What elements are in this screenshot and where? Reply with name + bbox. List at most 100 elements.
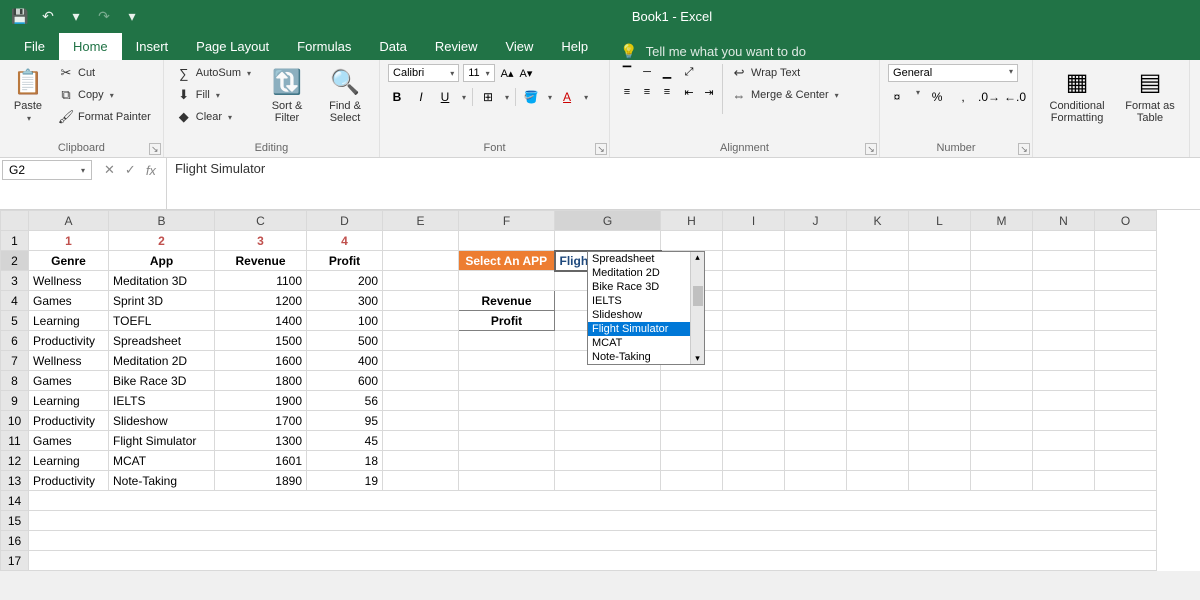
row-header[interactable]: 2 — [1, 251, 29, 271]
increase-indent-icon[interactable]: ⇥ — [700, 84, 718, 100]
cell[interactable]: MCAT — [109, 451, 215, 471]
cell[interactable] — [459, 351, 555, 371]
cell[interactable] — [661, 231, 723, 251]
cell[interactable] — [971, 251, 1033, 271]
row-header[interactable]: 4 — [1, 291, 29, 311]
wrap-text-button[interactable]: ↩Wrap Text — [727, 64, 843, 82]
orientation-icon[interactable]: ⤢ — [680, 64, 698, 80]
confirm-icon[interactable]: ✓ — [125, 162, 136, 178]
cell[interactable] — [785, 271, 847, 291]
col-header[interactable]: D — [307, 211, 383, 231]
tab-data[interactable]: Data — [365, 33, 420, 60]
col-header[interactable]: F — [459, 211, 555, 231]
font-size-select[interactable]: 11▾ — [463, 64, 494, 82]
data-validation-list[interactable]: ▴▾ SpreadsheetMeditation 2DBike Race 3DI… — [587, 251, 705, 365]
scroll-thumb[interactable] — [693, 286, 703, 306]
cell[interactable] — [1095, 471, 1157, 491]
cell[interactable] — [555, 391, 661, 411]
cell[interactable] — [723, 351, 785, 371]
cell[interactable] — [723, 251, 785, 271]
cell[interactable] — [1095, 371, 1157, 391]
cell[interactable] — [785, 231, 847, 251]
cell[interactable]: Meditation 2D — [109, 351, 215, 371]
col-header[interactable]: L — [909, 211, 971, 231]
col-header[interactable]: E — [383, 211, 459, 231]
col-header[interactable]: J — [785, 211, 847, 231]
cell[interactable] — [723, 471, 785, 491]
cell[interactable]: Revenue — [215, 251, 307, 271]
cell[interactable]: 18 — [307, 451, 383, 471]
cancel-icon[interactable]: ✕ — [104, 162, 115, 178]
undo-icon[interactable]: ↶ — [38, 6, 58, 26]
cell[interactable] — [971, 351, 1033, 371]
cell[interactable]: 56 — [307, 391, 383, 411]
dialog-launcher-icon[interactable]: ↘ — [865, 143, 877, 155]
align-top-icon[interactable]: ▔ — [618, 64, 636, 80]
cell[interactable]: 100 — [307, 311, 383, 331]
cell[interactable] — [909, 351, 971, 371]
formula-input[interactable]: Flight Simulator — [166, 158, 1200, 209]
cell-lookup-profit[interactable]: Profit — [459, 311, 555, 331]
cell[interactable] — [909, 231, 971, 251]
comma-icon[interactable]: , — [954, 88, 972, 106]
cell[interactable]: Games — [29, 371, 109, 391]
cell[interactable] — [971, 291, 1033, 311]
cell[interactable]: 1601 — [215, 451, 307, 471]
cell[interactable] — [1033, 311, 1095, 331]
cell[interactable] — [29, 551, 1157, 571]
cell[interactable]: 3 — [215, 231, 307, 251]
cell[interactable] — [785, 471, 847, 491]
cell[interactable]: Wellness — [29, 271, 109, 291]
col-header[interactable]: B — [109, 211, 215, 231]
cell[interactable] — [785, 311, 847, 331]
increase-font-icon[interactable]: A▴ — [499, 67, 516, 80]
col-header[interactable]: K — [847, 211, 909, 231]
cell[interactable] — [909, 271, 971, 291]
align-middle-icon[interactable]: ─ — [638, 64, 656, 80]
cell[interactable] — [1033, 271, 1095, 291]
cell[interactable] — [383, 411, 459, 431]
cell[interactable]: 1600 — [215, 351, 307, 371]
cell[interactable] — [383, 451, 459, 471]
cell[interactable] — [1033, 471, 1095, 491]
cell[interactable] — [383, 251, 459, 271]
row-header[interactable]: 16 — [1, 531, 29, 551]
cell[interactable]: App — [109, 251, 215, 271]
scrollbar[interactable]: ▴▾ — [690, 252, 704, 364]
bold-button[interactable]: B — [388, 88, 406, 106]
fill-button[interactable]: ⬇Fill▾ — [172, 86, 255, 104]
scroll-up-icon[interactable]: ▴ — [695, 252, 700, 263]
col-header[interactable]: H — [661, 211, 723, 231]
cell[interactable] — [909, 451, 971, 471]
italic-button[interactable]: I — [412, 88, 430, 106]
cell[interactable]: 45 — [307, 431, 383, 451]
dialog-launcher-icon[interactable]: ↘ — [149, 143, 161, 155]
cell[interactable] — [661, 371, 723, 391]
cell[interactable] — [1033, 331, 1095, 351]
cell[interactable] — [1095, 431, 1157, 451]
cell[interactable]: Productivity — [29, 331, 109, 351]
cell[interactable]: 1900 — [215, 391, 307, 411]
redo-icon[interactable]: ↷ — [94, 6, 114, 26]
cell[interactable] — [555, 371, 661, 391]
cell[interactable]: 1890 — [215, 471, 307, 491]
decrease-indent-icon[interactable]: ⇤ — [680, 84, 698, 100]
cell[interactable] — [847, 431, 909, 451]
tab-review[interactable]: Review — [421, 33, 492, 60]
cell[interactable]: 200 — [307, 271, 383, 291]
cell[interactable] — [785, 391, 847, 411]
cell[interactable] — [383, 231, 459, 251]
cell[interactable] — [971, 391, 1033, 411]
cell[interactable] — [555, 451, 661, 471]
dialog-launcher-icon[interactable]: ↘ — [595, 143, 607, 155]
conditional-formatting-button[interactable]: ▦ Conditional Formatting — [1041, 64, 1113, 126]
cell[interactable] — [383, 351, 459, 371]
align-left-icon[interactable]: ≡ — [618, 84, 636, 100]
cell[interactable]: Learning — [29, 311, 109, 331]
cell[interactable]: 19 — [307, 471, 383, 491]
merge-center-button[interactable]: ⇔Merge & Center▾ — [727, 86, 843, 104]
cell[interactable] — [1033, 231, 1095, 251]
cell[interactable] — [661, 411, 723, 431]
row-header[interactable]: 14 — [1, 491, 29, 511]
name-box[interactable]: G2▾ — [2, 160, 92, 180]
